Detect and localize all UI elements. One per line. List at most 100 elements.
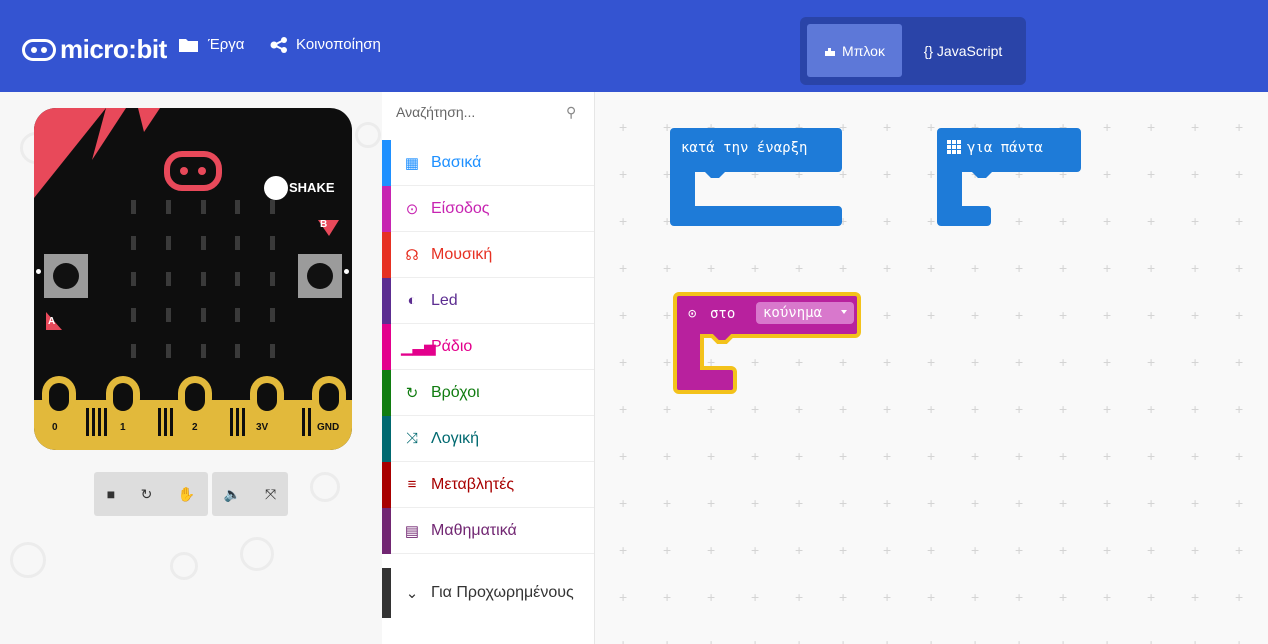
gesture-dropdown[interactable]: κούνημα bbox=[763, 305, 822, 321]
grid-plus-mark: + bbox=[839, 401, 848, 417]
shake-label[interactable]: SHAKE bbox=[289, 180, 335, 195]
category-led[interactable]: ◐ Led bbox=[382, 277, 594, 324]
grid-plus-mark: + bbox=[619, 589, 628, 605]
grid-plus-mark: + bbox=[1191, 213, 1200, 229]
toggle-icon: ◐ bbox=[407, 292, 417, 309]
javascript-mode-button[interactable]: {} JavaScript bbox=[908, 24, 1018, 77]
search-input[interactable]: Αναζήτηση... bbox=[396, 104, 475, 120]
stop-icon[interactable]: ■ bbox=[107, 486, 115, 502]
category-advanced[interactable]: ⌄ Για Προχωρημένους bbox=[382, 568, 594, 618]
grid-plus-mark: + bbox=[751, 401, 760, 417]
grid-plus-mark: + bbox=[619, 119, 628, 135]
grid-plus-mark: + bbox=[1235, 636, 1244, 644]
forever-label: για πάντα bbox=[967, 140, 1043, 156]
category-color-bar bbox=[382, 369, 391, 416]
grid-plus-mark: + bbox=[927, 542, 936, 558]
grid-plus-mark: + bbox=[883, 166, 892, 182]
grid-plus-mark: + bbox=[795, 589, 804, 605]
grid-plus-mark: + bbox=[883, 354, 892, 370]
category-color-bar bbox=[382, 231, 391, 278]
category-input[interactable]: ⊙ Είσοδος bbox=[382, 185, 594, 232]
grid-plus-mark: + bbox=[751, 260, 760, 276]
decor-circle bbox=[240, 537, 274, 571]
grid-plus-mark: + bbox=[883, 542, 892, 558]
category-math[interactable]: ▤ Μαθηματικά bbox=[382, 507, 594, 554]
button-b[interactable] bbox=[298, 254, 342, 298]
forever-block[interactable]: για πάντα bbox=[937, 128, 1081, 231]
share-icon bbox=[270, 36, 287, 53]
grid-plus-mark: + bbox=[619, 636, 628, 644]
on-gesture-prefix: στο bbox=[710, 306, 736, 322]
top-bar: micro:bit Έργα Κοινοποίηση Μπλοκ {} Java… bbox=[0, 0, 1268, 92]
grid-plus-mark: + bbox=[839, 448, 848, 464]
grid-plus-mark: + bbox=[619, 260, 628, 276]
mute-icon[interactable]: 🔈 bbox=[224, 486, 241, 503]
grid-plus-mark: + bbox=[1191, 401, 1200, 417]
grid-plus-mark: + bbox=[751, 542, 760, 558]
category-color-bar bbox=[382, 323, 391, 370]
fullscreen-icon[interactable]: ⤧ bbox=[265, 486, 276, 503]
folder-icon bbox=[179, 38, 198, 52]
grid-plus-mark: + bbox=[1103, 401, 1112, 417]
grid-plus-mark: + bbox=[971, 542, 980, 558]
pin-gnd-label: GND bbox=[317, 422, 340, 433]
grid-plus-mark: + bbox=[1147, 589, 1156, 605]
grid-plus-mark: + bbox=[1235, 119, 1244, 135]
pin-3v-label: 3V bbox=[256, 422, 269, 433]
category-label: Βασικά bbox=[431, 153, 482, 171]
grid-plus-mark: + bbox=[839, 495, 848, 511]
grid-plus-mark: + bbox=[1147, 307, 1156, 323]
microbit-logo[interactable]: micro:bit bbox=[22, 34, 167, 65]
grid-plus-mark: + bbox=[751, 495, 760, 511]
grid-plus-mark: + bbox=[971, 448, 980, 464]
blocks-workspace[interactable]: + + + + + + + + + + + + + + + + + + + + + + + + + + + + + + + + + + + + + + + +… bbox=[595, 92, 1268, 644]
microbit-board[interactable]: SHAKE B A 0 1 2 3V GND bbox=[34, 108, 352, 450]
category-music[interactable]: ☊ Μουσική bbox=[382, 231, 594, 278]
category-variables[interactable]: ≡ Μεταβλητές bbox=[382, 461, 594, 508]
grid-plus-mark: + bbox=[1147, 495, 1156, 511]
button-a[interactable] bbox=[44, 254, 88, 298]
category-basic[interactable]: ▦ Βασικά bbox=[382, 139, 594, 186]
grid-plus-mark: + bbox=[927, 448, 936, 464]
grid-plus-mark: + bbox=[795, 495, 804, 511]
grid-plus-mark: + bbox=[707, 495, 716, 511]
calculator-icon: ▤ bbox=[404, 522, 420, 540]
share-button[interactable]: Κοινοποίηση bbox=[270, 36, 381, 53]
grid-plus-mark: + bbox=[1103, 589, 1112, 605]
toolbox-search[interactable]: Αναζήτηση... ⚲ bbox=[382, 92, 594, 138]
restart-icon[interactable]: ↻ bbox=[141, 486, 153, 503]
simulator-controls-extra: 🔈 ⤧ bbox=[212, 472, 288, 516]
category-color-bar bbox=[382, 568, 391, 618]
projects-button[interactable]: Έργα bbox=[178, 36, 244, 53]
grid-plus-mark: + bbox=[1191, 119, 1200, 135]
debug-icon[interactable]: ✋ bbox=[178, 486, 195, 503]
pin-2-label: 2 bbox=[192, 422, 198, 433]
grid-plus-mark: + bbox=[707, 636, 716, 644]
grid-plus-mark: + bbox=[883, 636, 892, 644]
category-color-bar bbox=[382, 185, 391, 232]
grid-plus-mark: + bbox=[1147, 213, 1156, 229]
on-start-block[interactable]: κατά την έναρξη bbox=[670, 128, 842, 231]
grid-plus-mark: + bbox=[839, 589, 848, 605]
search-icon[interactable]: ⚲ bbox=[566, 104, 576, 121]
logo-text: micro:bit bbox=[60, 34, 167, 64]
button-a-cap bbox=[53, 263, 79, 289]
category-radio[interactable]: ▁▃▅ Ράδιο bbox=[382, 323, 594, 370]
grid-plus-mark: + bbox=[1103, 636, 1112, 644]
blocks-mode-button[interactable]: Μπλοκ bbox=[807, 24, 902, 77]
grid-plus-mark: + bbox=[971, 401, 980, 417]
javascript-mode-label: {} JavaScript bbox=[923, 42, 1003, 59]
grid-plus-mark: + bbox=[1235, 166, 1244, 182]
grid-plus-mark: + bbox=[1191, 636, 1200, 644]
category-logic[interactable]: ⤨ Λογική bbox=[382, 415, 594, 462]
grid-plus-mark: + bbox=[619, 448, 628, 464]
grid-plus-mark: + bbox=[971, 307, 980, 323]
on-gesture-block[interactable]: ⊙ στο κούνημα bbox=[673, 292, 863, 401]
grid-plus-mark: + bbox=[1191, 166, 1200, 182]
grid-plus-mark: + bbox=[1235, 495, 1244, 511]
grid-plus-mark: + bbox=[663, 542, 672, 558]
grid-plus-mark: + bbox=[1147, 260, 1156, 276]
category-loops[interactable]: ↻ Βρόχοι bbox=[382, 369, 594, 416]
on-gesture-target-icon: ⊙ bbox=[688, 306, 697, 322]
button-a-dot bbox=[36, 269, 41, 274]
